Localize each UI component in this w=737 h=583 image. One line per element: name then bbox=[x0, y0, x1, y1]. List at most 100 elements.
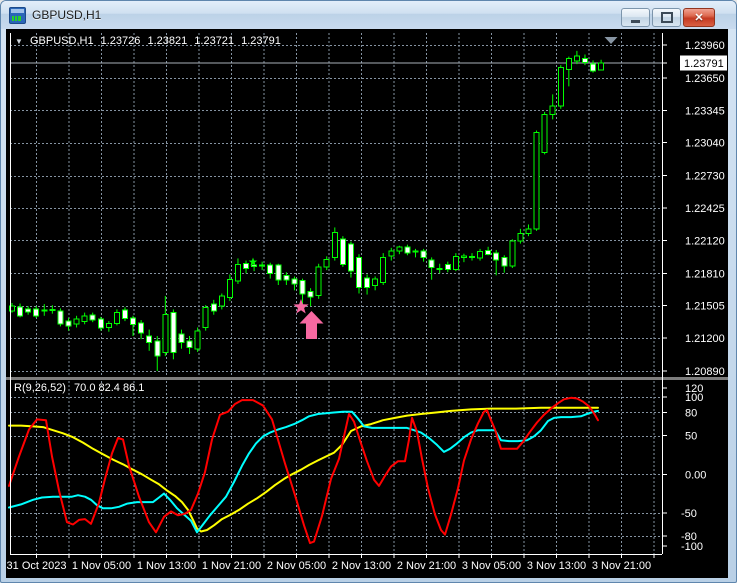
candle bbox=[194, 327, 201, 352]
candle-body bbox=[113, 311, 120, 325]
minimize-icon bbox=[631, 19, 640, 23]
chart-shift-marker bbox=[604, 37, 618, 44]
header-low: 1.23721 bbox=[194, 35, 235, 47]
candle-body bbox=[186, 340, 193, 349]
price-axis-label: 1.22730 bbox=[685, 171, 725, 183]
candle-body bbox=[251, 264, 258, 267]
candle bbox=[452, 253, 459, 272]
candle-body bbox=[299, 279, 306, 295]
candle bbox=[356, 254, 363, 294]
candle bbox=[477, 248, 484, 261]
candle-body bbox=[364, 277, 371, 289]
candle bbox=[138, 320, 145, 340]
time-axis-label: 1 Nov 05:00 bbox=[72, 560, 131, 572]
close-button[interactable]: ✕ bbox=[683, 8, 715, 27]
price-axis-label: 1.23960 bbox=[685, 40, 725, 52]
candle-body bbox=[420, 250, 427, 259]
grid-layer bbox=[10, 33, 662, 554]
indicator-line-slow bbox=[8, 406, 599, 533]
header-open: 1.23726 bbox=[100, 35, 141, 47]
chevron-down-icon[interactable]: ▼ bbox=[15, 37, 23, 46]
candle-body bbox=[557, 67, 564, 107]
candle bbox=[323, 256, 330, 271]
candle bbox=[347, 241, 354, 278]
candle bbox=[25, 306, 32, 315]
candle bbox=[533, 130, 540, 231]
candle bbox=[41, 304, 48, 316]
pane-separator[interactable] bbox=[6, 377, 728, 380]
candle bbox=[130, 315, 137, 336]
candle-body bbox=[97, 318, 104, 329]
candle-body bbox=[267, 264, 274, 275]
candle bbox=[291, 276, 298, 291]
candle-body bbox=[57, 310, 64, 325]
candle-body bbox=[428, 259, 435, 269]
price-axis-label: 1.23040 bbox=[685, 138, 725, 150]
candle-body bbox=[541, 113, 548, 154]
chart-header: ▼ GBPUSD,H1 1.23726 1.23821 1.23721 1.23… bbox=[15, 35, 285, 47]
candle-body bbox=[170, 312, 177, 354]
price-axis-label: 1.21505 bbox=[685, 301, 725, 313]
candle-body bbox=[105, 323, 112, 329]
price-pane bbox=[9, 37, 662, 372]
minimize-button[interactable] bbox=[621, 8, 650, 27]
candle-body bbox=[396, 246, 403, 252]
price-axis-label: 1.21810 bbox=[685, 268, 725, 280]
candle-body bbox=[573, 55, 580, 62]
candle bbox=[202, 305, 209, 331]
candle bbox=[81, 312, 88, 325]
candle bbox=[501, 255, 508, 273]
candle bbox=[57, 308, 64, 327]
candle bbox=[485, 246, 492, 256]
candle bbox=[162, 295, 169, 357]
header-close: 1.23791 bbox=[241, 35, 281, 47]
candle-body bbox=[412, 250, 419, 253]
chart-canvas[interactable]: 1.23960 1.23650 1.23345 1.23040 1.22730 1.224… bbox=[6, 29, 728, 578]
time-axis-label: 3 Nov 21:00 bbox=[592, 560, 651, 572]
indicator-axis-label: 100 bbox=[685, 392, 703, 404]
indicator-line-mid bbox=[8, 409, 599, 534]
candle-body bbox=[33, 308, 40, 317]
indicator-axis-label: -100 bbox=[681, 541, 703, 553]
title-bar[interactable]: GBPUSD,H1 ✕ bbox=[1, 1, 736, 29]
candle bbox=[73, 315, 80, 328]
close-icon: ✕ bbox=[694, 11, 704, 24]
candle bbox=[444, 261, 451, 273]
candle bbox=[113, 309, 120, 326]
restore-button[interactable] bbox=[652, 8, 681, 27]
candle bbox=[573, 50, 580, 65]
candle-body bbox=[283, 274, 290, 281]
candle-body bbox=[65, 320, 72, 327]
candle bbox=[243, 260, 250, 274]
time-axis-label: 3 Nov 13:00 bbox=[527, 560, 586, 572]
candle bbox=[525, 224, 532, 237]
pink-star-marker bbox=[293, 299, 309, 314]
candle-body bbox=[444, 264, 451, 270]
candle bbox=[541, 111, 548, 155]
candle bbox=[121, 307, 128, 322]
candle-body bbox=[162, 313, 169, 354]
candle bbox=[234, 258, 241, 284]
candle bbox=[17, 303, 24, 318]
candle bbox=[590, 60, 597, 73]
candle-body bbox=[41, 309, 48, 312]
time-axis-label: 1 Nov 21:00 bbox=[202, 560, 261, 572]
price-axis-label: 1.23650 bbox=[685, 73, 725, 85]
current-price-label: 1.23791 bbox=[684, 58, 724, 70]
candle-body bbox=[331, 232, 338, 259]
candle bbox=[275, 263, 282, 285]
candle bbox=[565, 56, 572, 87]
price-axis-label: 1.22120 bbox=[685, 235, 725, 247]
time-axis-label: 1 Nov 13:00 bbox=[137, 560, 196, 572]
candle bbox=[581, 54, 588, 66]
window-title: GBPUSD,H1 bbox=[32, 8, 102, 22]
axis-layer: 1.23960 1.23650 1.23345 1.23040 1.22730 1.224… bbox=[6, 33, 728, 572]
candle-body bbox=[259, 264, 266, 267]
indicator-axis-label: 80 bbox=[685, 407, 697, 419]
candle bbox=[460, 253, 467, 263]
candle bbox=[493, 249, 500, 276]
candle-body bbox=[460, 255, 467, 258]
candle-body bbox=[485, 249, 492, 255]
candle bbox=[178, 329, 185, 349]
restore-icon bbox=[660, 12, 673, 23]
